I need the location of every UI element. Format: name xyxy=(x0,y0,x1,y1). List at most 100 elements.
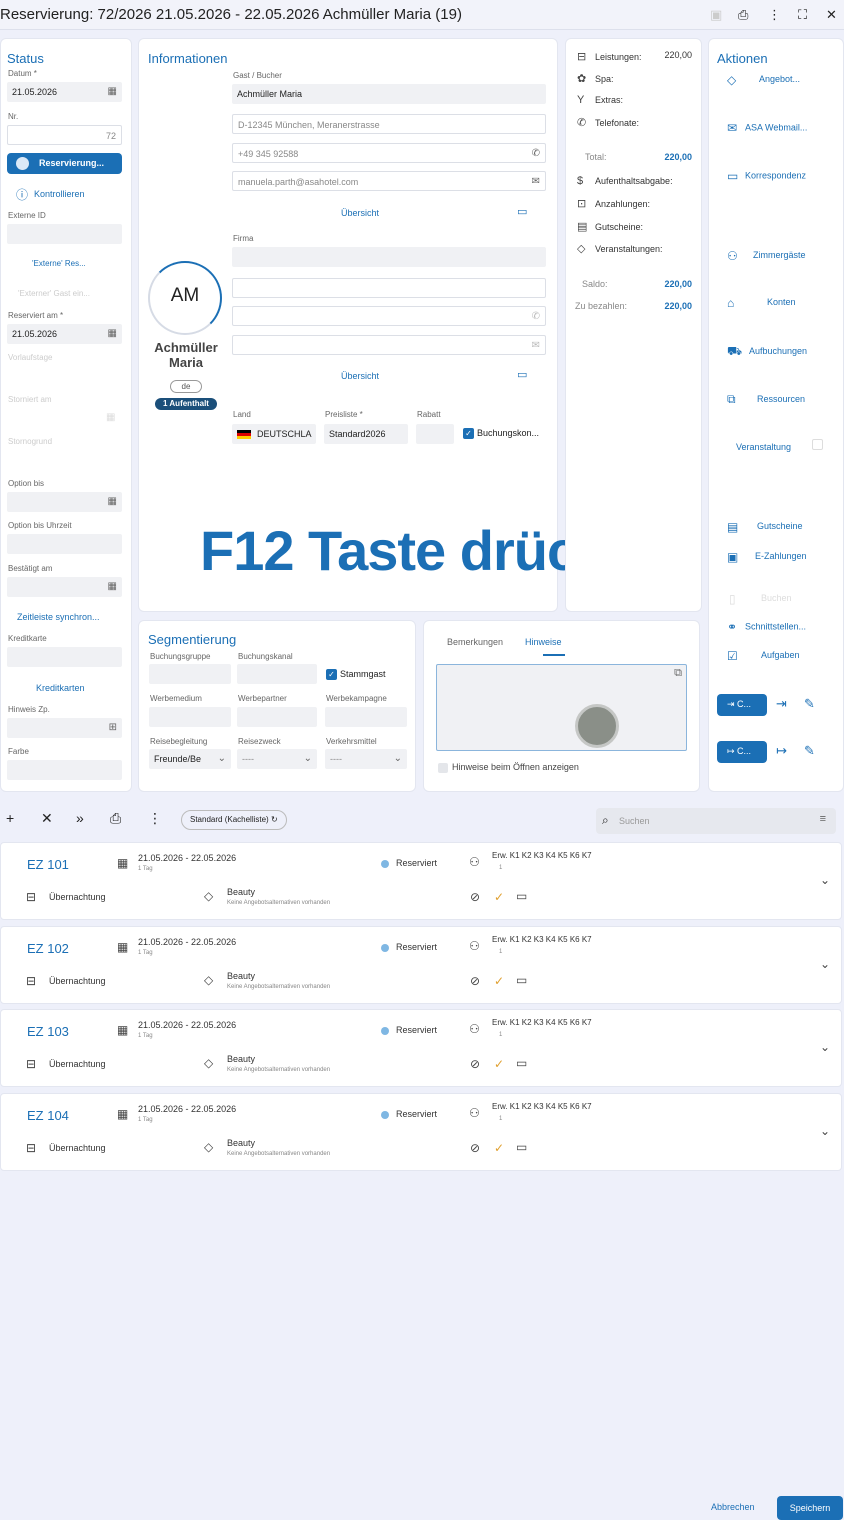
veranstaltung-action[interactable]: Veranstaltung xyxy=(736,442,791,452)
room-row[interactable]: EZ 104 ▦ 21.05.2026 - 22.05.2026 1 Tag R… xyxy=(0,1093,842,1171)
datum-field[interactable]: 21.05.2026 ▦ xyxy=(7,82,122,102)
refresh-icon[interactable]: ↻ xyxy=(271,815,278,824)
externe-res-link[interactable]: 'Externe' Res... xyxy=(32,259,86,268)
room-number[interactable]: EZ 102 xyxy=(27,941,69,956)
ressourcen-action[interactable]: ⧉ Ressourcen xyxy=(727,392,805,407)
reisebegleitung-select[interactable]: Freunde/Be ⌄ xyxy=(149,749,231,769)
no-entry-icon[interactable]: ⊘ xyxy=(470,1057,480,1071)
comment-icon[interactable]: ▭ xyxy=(517,205,527,218)
angebot-action[interactable]: ◇ Angebot... xyxy=(727,73,800,87)
no-entry-icon[interactable]: ⊘ xyxy=(470,974,480,988)
aufgaben-action[interactable]: ☑ Aufgaben xyxy=(727,649,800,663)
print-icon[interactable]: ⎙ xyxy=(110,810,121,827)
uebersicht-link-2[interactable]: Übersicht xyxy=(341,371,379,381)
chevron-down-icon[interactable]: ⌄ xyxy=(820,957,830,971)
tab-hinweise[interactable]: Hinweise xyxy=(525,637,562,647)
no-entry-icon[interactable]: ⊘ xyxy=(470,1141,480,1155)
aufbuchungen-action[interactable]: ⛟ Aufbuchungen xyxy=(727,344,807,360)
werbekampagne-field[interactable] xyxy=(325,707,407,727)
save-icon[interactable]: ▣ xyxy=(710,7,722,23)
option-bis-uhrzeit-field[interactable] xyxy=(7,534,122,554)
chevron-down-icon[interactable]: ⌄ xyxy=(820,1040,830,1054)
filter-icon[interactable]: ≡ xyxy=(820,813,826,825)
check-icon[interactable]: ✓ xyxy=(494,974,504,988)
no-entry-icon[interactable]: ⊘ xyxy=(470,890,480,904)
check-icon[interactable]: ✓ xyxy=(494,1141,504,1155)
calendar-icon[interactable]: ▦ xyxy=(108,496,117,507)
option-bis-field[interactable]: ▦ xyxy=(7,492,122,512)
language-badge[interactable]: de xyxy=(170,380,202,393)
zeitleiste-link[interactable]: Zeitleiste synchron... xyxy=(17,612,100,622)
reserviert-am-field[interactable]: 21.05.2026 ▦ xyxy=(7,324,122,344)
calendar-icon[interactable]: ▦ xyxy=(108,328,117,339)
konten-action[interactable]: ⌂ Konten xyxy=(727,296,796,310)
hinweis-zp-field[interactable]: ⊞ xyxy=(7,718,122,738)
check-icon[interactable]: ✓ xyxy=(494,890,504,904)
checkout-alt-icon[interactable]: ↦ xyxy=(776,743,787,759)
calendar-icon[interactable]: ▦ xyxy=(108,581,117,592)
uebersicht-link-1[interactable]: Übersicht xyxy=(341,208,379,218)
search-input[interactable]: ⌕ Suchen ≡ xyxy=(596,808,836,834)
print-icon[interactable]: ⎙ xyxy=(738,7,748,23)
nr-field[interactable]: 72 xyxy=(7,125,122,145)
room-number[interactable]: EZ 101 xyxy=(27,857,69,872)
werbepartner-field[interactable] xyxy=(237,707,317,727)
firma-phone-field[interactable]: ✆ xyxy=(232,306,546,326)
firma-field[interactable] xyxy=(232,247,546,267)
chevron-down-icon[interactable]: ⌄ xyxy=(820,1124,830,1138)
hinweise-textarea[interactable]: ⧉ xyxy=(436,664,687,751)
firma-email-field[interactable]: ✉ xyxy=(232,335,546,355)
checkout-button[interactable]: ↦ C... xyxy=(717,741,767,763)
ezahlungen-action[interactable]: ▣ E-Zahlungen xyxy=(727,550,807,564)
farbe-field[interactable] xyxy=(7,760,122,780)
phone-field[interactable]: +49 345 92588 ✆ xyxy=(232,143,546,163)
schnittstellen-action[interactable]: ⚭ Schnittstellen... xyxy=(727,620,806,634)
tab-bemerkungen[interactable]: Bemerkungen xyxy=(447,637,503,647)
veranstaltung-toggle[interactable] xyxy=(812,439,823,450)
buchungskanal-field[interactable] xyxy=(237,664,317,684)
view-select[interactable]: Standard (Kachelliste) ↻ xyxy=(181,810,287,830)
comment-icon[interactable]: ▭ xyxy=(516,889,527,903)
comment-icon[interactable]: ▭ xyxy=(517,368,527,381)
rabatt-field[interactable] xyxy=(416,424,454,444)
edit-list-icon[interactable]: ✎ xyxy=(804,743,815,759)
cancel-button[interactable]: Abbrechen xyxy=(711,1502,755,1512)
save-button[interactable]: Speichern xyxy=(777,1496,843,1520)
comment-icon[interactable]: ▭ xyxy=(516,973,527,987)
bestaetigt-am-field[interactable]: ▦ xyxy=(7,577,122,597)
add-icon[interactable]: + xyxy=(6,810,14,826)
room-number[interactable]: EZ 103 xyxy=(27,1024,69,1039)
address-field[interactable]: D-12345 München, Meranerstrasse xyxy=(232,114,546,134)
close-icon[interactable]: ✕ xyxy=(826,7,837,23)
buchungsgruppe-field[interactable] xyxy=(149,664,231,684)
stammgast-checkbox[interactable]: ✓ Stammgast xyxy=(326,669,386,681)
firma-address-field[interactable] xyxy=(232,278,546,298)
check-icon[interactable]: ✓ xyxy=(494,1057,504,1071)
reisezweck-select[interactable]: ---- ⌄ xyxy=(237,749,317,769)
fullscreen-icon[interactable]: ⛶ xyxy=(798,7,807,23)
mail-icon[interactable]: ✉ xyxy=(532,340,540,351)
webmail-action[interactable]: ✉ ASA Webmail... xyxy=(727,121,807,135)
werbemedium-field[interactable] xyxy=(149,707,231,727)
stays-badge[interactable]: 1 Aufenthalt xyxy=(155,398,217,410)
phone-icon[interactable]: ✆ xyxy=(532,148,540,159)
grid-icon[interactable]: ⊞ xyxy=(109,722,117,733)
korrespondenz-action[interactable]: ▭ Korrespondenz xyxy=(727,169,806,183)
expand-icon[interactable]: ⧉ xyxy=(674,667,682,680)
preisliste-field[interactable]: Standard2026 xyxy=(324,424,408,444)
gast-field[interactable]: Achmüller Maria xyxy=(232,84,546,104)
externe-id-field[interactable] xyxy=(7,224,122,244)
reservierung-button[interactable]: Reservierung... xyxy=(7,153,122,174)
room-row[interactable]: EZ 103 ▦ 21.05.2026 - 22.05.2026 1 Tag R… xyxy=(0,1009,842,1087)
phone-icon[interactable]: ✆ xyxy=(532,311,540,322)
room-row[interactable]: EZ 102 ▦ 21.05.2026 - 22.05.2026 1 Tag R… xyxy=(0,926,842,1004)
verkehrsmittel-select[interactable]: ---- ⌄ xyxy=(325,749,407,769)
more-icon[interactable]: ⋮ xyxy=(768,7,781,23)
comment-icon[interactable]: ▭ xyxy=(516,1056,527,1070)
checkin-button[interactable]: ⇥ C... xyxy=(717,694,767,716)
chevron-down-icon[interactable]: ⌄ xyxy=(820,873,830,887)
buchungskonto-checkbox[interactable]: ✓ Buchungskon... xyxy=(463,428,539,440)
comment-icon[interactable]: ▭ xyxy=(516,1140,527,1154)
more-icon[interactable]: ⋮ xyxy=(148,810,162,827)
zimmergaeste-action[interactable]: ⚇ Zimmergäste xyxy=(727,249,806,263)
